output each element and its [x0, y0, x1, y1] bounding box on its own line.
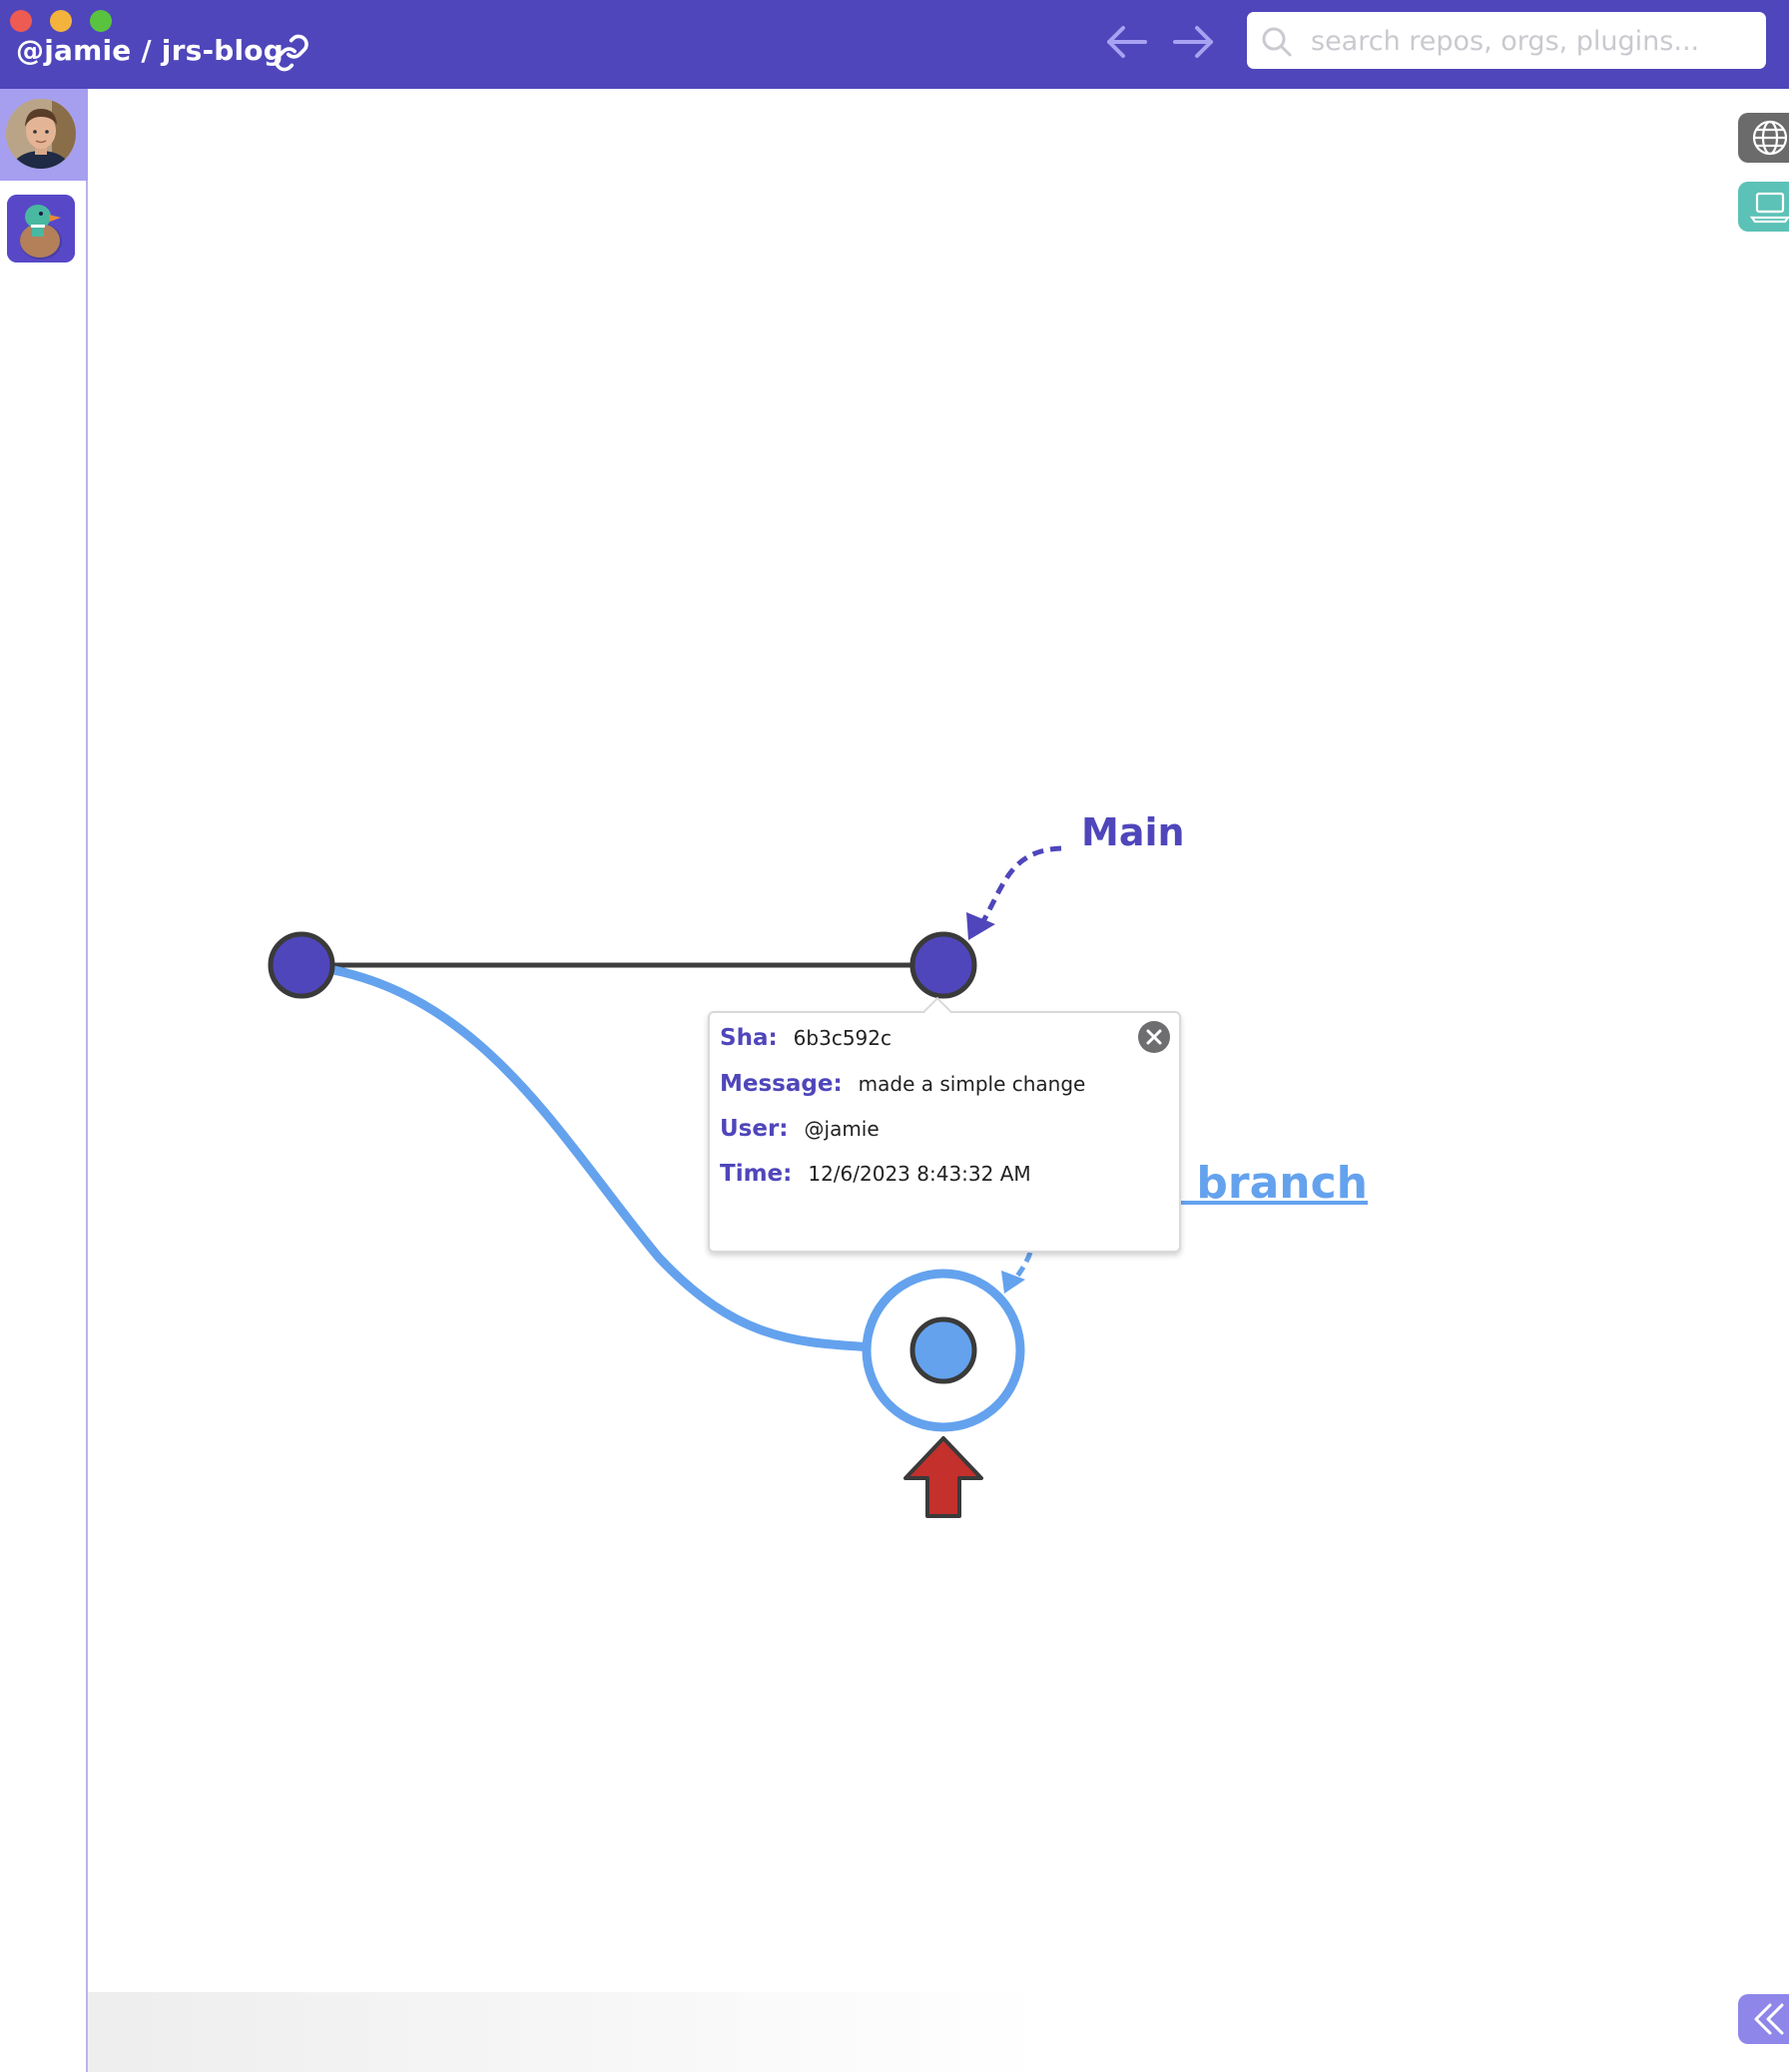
- main-pointer-arrow: [977, 845, 1062, 928]
- close-popup-button[interactable]: [1138, 1021, 1170, 1053]
- time-value: 12/6/2023 8:43:32 AM: [808, 1162, 1031, 1186]
- sha-value: 6b3c592c: [793, 1026, 892, 1050]
- time-row: Time: 12/6/2023 8:43:32 AM: [720, 1161, 1031, 1187]
- sha-label: Sha:: [720, 1025, 778, 1051]
- time-label: Time:: [720, 1161, 793, 1187]
- commit-node[interactable]: [909, 1316, 977, 1384]
- main-branch-label[interactable]: Main: [1081, 810, 1185, 854]
- message-value: made a simple change: [858, 1072, 1086, 1096]
- main-pointer-arrowhead: [966, 912, 995, 940]
- user-row: User: @jamie: [720, 1116, 880, 1142]
- test-branch-label[interactable]: Test branch: [1170, 1158, 1368, 1209]
- commit-info-popup: Sha: 6b3c592c Message: made a simple chang…: [708, 1011, 1181, 1253]
- user-label: User:: [720, 1116, 789, 1142]
- commit-node[interactable]: [268, 931, 335, 999]
- push-arrow-icon[interactable]: [903, 1436, 983, 1518]
- sha-row: Sha: 6b3c592c: [720, 1025, 892, 1051]
- message-row: Message: made a simple change: [720, 1071, 1085, 1097]
- close-icon: [1146, 1029, 1162, 1045]
- message-label: Message:: [720, 1071, 843, 1097]
- test-pointer-arrow: [1013, 1252, 1033, 1280]
- user-value: @jamie: [804, 1117, 880, 1141]
- commit-node[interactable]: [909, 931, 977, 999]
